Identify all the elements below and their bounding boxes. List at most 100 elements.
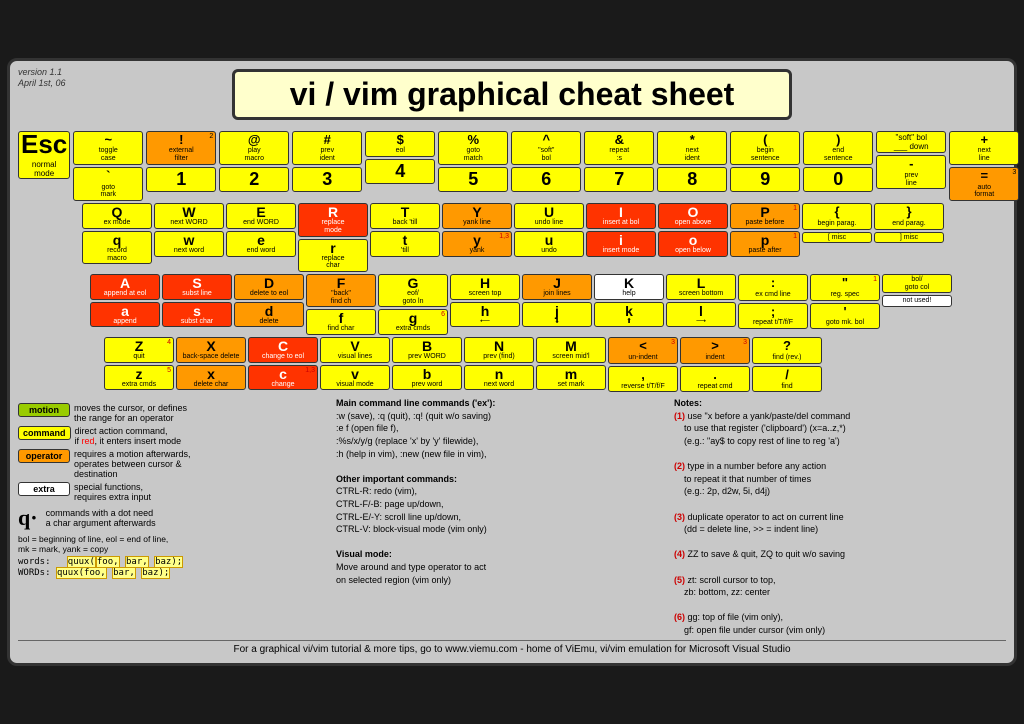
key-g: 6 gextra cmds: [378, 309, 448, 335]
key-Z: 4 Zquit: [104, 337, 174, 363]
key-h: h⟵: [450, 302, 520, 328]
key-l: l⟶: [666, 302, 736, 328]
key-M: Mscreen mid'l: [536, 337, 606, 363]
key-hash: #prevident: [292, 131, 362, 165]
key-semicolon: ;repeat t/T/f/F: [738, 303, 808, 330]
key-softbol: "soft" bol___ down: [876, 131, 946, 153]
key-comma: ,reverse t/T/f/F: [608, 366, 678, 393]
esc-key: Esc normal mode: [18, 131, 70, 179]
key-p: 1 ppaste after: [730, 231, 800, 257]
key-3: 3: [292, 167, 362, 192]
key-F: F"back"find ch: [306, 274, 376, 307]
key-percent: %gotomatch: [438, 131, 508, 165]
key-K: Khelp: [594, 274, 664, 300]
key-o: oopen below: [658, 231, 728, 257]
key-apostrophe: 'goto mk. bol: [810, 303, 880, 330]
key-6: 6: [511, 167, 581, 192]
words-line: words: quux(foo, bar, baz);: [18, 557, 328, 567]
key-L: Lscreen bottom: [666, 274, 736, 300]
key-lt: 3 <un-indent: [608, 337, 678, 364]
key-k: k⬆: [594, 302, 664, 328]
key-s: ssubst char: [162, 302, 232, 328]
key-P: 1 Ppaste before: [730, 203, 800, 229]
title-box: vi / vim graphical cheat sheet: [232, 69, 792, 120]
key-5: 5: [438, 167, 508, 192]
key-T: Tback 'till: [370, 203, 440, 229]
key-Q: Qex mode: [82, 203, 152, 229]
key-V: Vvisual lines: [320, 337, 390, 363]
key-tilde: ~togglecase: [73, 131, 143, 165]
legend-motion: motion: [18, 403, 70, 417]
commands-section: Main command line commands ('ex'): :w (s…: [336, 397, 666, 636]
key-N: Nprev (find): [464, 337, 534, 363]
legend-extra: extra: [18, 482, 70, 496]
key-equal: 3 =autoformat: [949, 167, 1019, 201]
footer: For a graphical vi/vim tutorial & more t…: [18, 640, 1006, 655]
key-c: 1,3 cchange: [248, 365, 318, 391]
notes-section: Notes: (1) use "x before a yank/paste/de…: [674, 397, 1006, 636]
key-at: @playmacro: [219, 131, 289, 165]
key-I: Iinsert at bol: [586, 203, 656, 229]
key-X: Xback-space delete: [176, 337, 246, 363]
key-rbrace2: ] misc: [874, 232, 944, 244]
key-O: Oopen above: [658, 203, 728, 229]
words-caps-line: WORDs: quux(foo, bar, baz);: [18, 568, 328, 578]
key-slash: /find: [752, 366, 822, 393]
key-exclaim: 2 !externalfilter: [146, 131, 216, 165]
key-y: 1,3 yyank: [442, 231, 512, 257]
legend-operator: operator: [18, 449, 70, 463]
key-E: Eend WORD: [226, 203, 296, 229]
key-U: Uundo line: [514, 203, 584, 229]
key-i: iinsert mode: [586, 231, 656, 257]
key-J: Jjoin lines: [522, 274, 592, 300]
key-star: *nextident: [657, 131, 727, 165]
key-Y: Yyank line: [442, 203, 512, 229]
key-j: j⬇: [522, 302, 592, 328]
key-B: Bprev WORD: [392, 337, 462, 363]
key-0: 0: [803, 167, 873, 192]
legend-command: command: [18, 426, 71, 440]
key-W: Wnext WORD: [154, 203, 224, 229]
key-u: uundo: [514, 231, 584, 257]
key-f: ffind char: [306, 309, 376, 335]
key-dollar: $eol: [365, 131, 435, 158]
key-4: 4: [365, 159, 435, 184]
key-x: xdelete char: [176, 365, 246, 391]
key-b: bprev word: [392, 365, 462, 391]
key-rparen: )endsentence: [803, 131, 873, 165]
key-lbrace2: [ misc: [802, 232, 872, 244]
key-plus: +nextline: [949, 131, 1019, 165]
key-a: aappend: [90, 302, 160, 328]
key-r: rreplacechar: [298, 239, 368, 272]
version-info: version 1.1 April 1st, 06: [18, 67, 66, 90]
legend: motion moves the cursor, or definesthe r…: [18, 403, 328, 531]
key-lbrace: {begin parag.: [802, 203, 872, 230]
key-m: mset mark: [536, 365, 606, 391]
key-dot: .repeat cmd: [680, 366, 750, 393]
key-z: 5 zextra cmds: [104, 365, 174, 391]
key-1: 1: [146, 167, 216, 192]
key-caret: ^"soft"bol: [511, 131, 581, 165]
key-t: t'till: [370, 231, 440, 257]
key-e: eend word: [226, 231, 296, 257]
key-lparen: (beginsentence: [730, 131, 800, 165]
cheat-sheet: version 1.1 April 1st, 06 vi / vim graph…: [7, 58, 1017, 667]
esc-label: Esc: [21, 130, 67, 160]
bol-note: bol = beginning of line, eol = end of li…: [18, 534, 328, 554]
legend-dot-q: q·: [18, 505, 38, 531]
key-9: 9: [730, 167, 800, 192]
key-A: Aappend at eol: [90, 274, 160, 300]
key-w: wnext word: [154, 231, 224, 257]
key-S: Ssubst line: [162, 274, 232, 300]
key-backslash: not used!: [882, 295, 952, 307]
key-n: nnext word: [464, 365, 534, 391]
key-gt: 3 >indent: [680, 337, 750, 364]
key-R: Rreplacemode: [298, 203, 368, 236]
key-backtick: `gotomark: [73, 167, 143, 201]
key-7: 7: [584, 167, 654, 192]
key-amp: &repeat:s: [584, 131, 654, 165]
key-d: ddelete: [234, 302, 304, 328]
key-D: Ddelete to eol: [234, 274, 304, 300]
key-colon: :ex cmd line: [738, 274, 808, 301]
key-2: 2: [219, 167, 289, 192]
